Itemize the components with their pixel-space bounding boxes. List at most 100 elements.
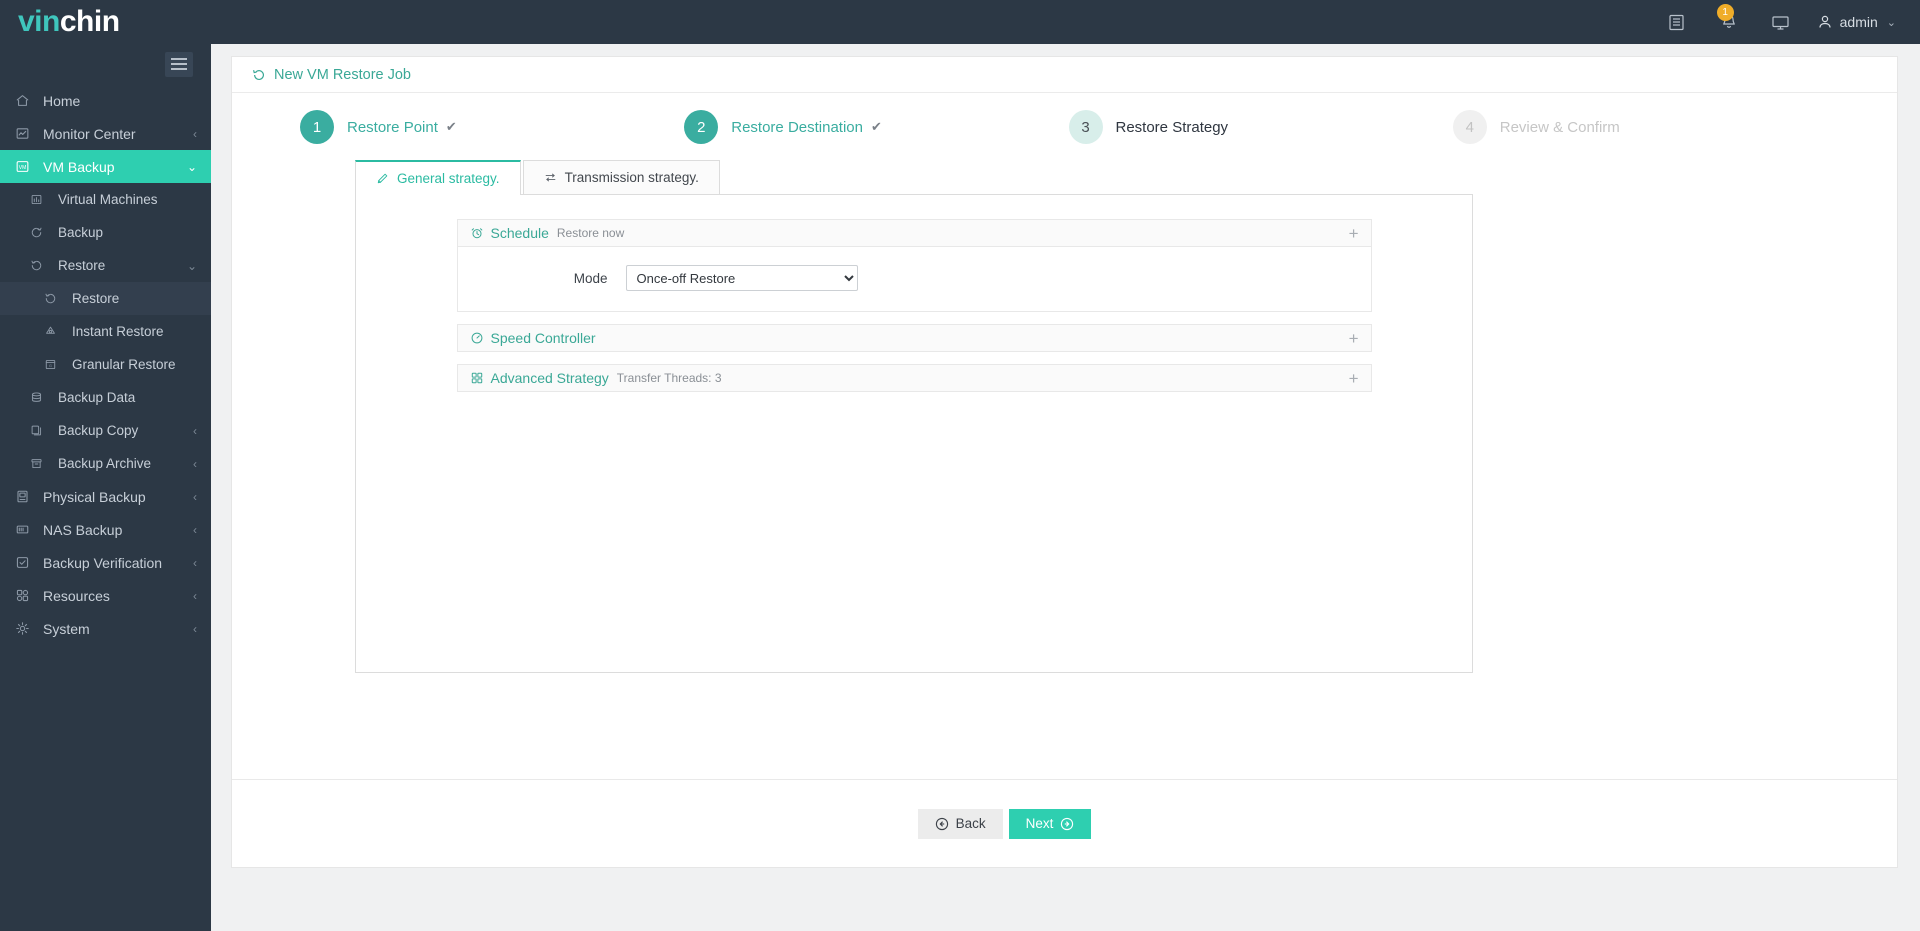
sidebar-item-resources[interactable]: Resources ‹: [0, 579, 211, 612]
sidebar-item-granular-restore[interactable]: G Granular Restore: [0, 348, 211, 381]
expand-toggle-icon[interactable]: +: [1349, 225, 1359, 242]
chevron-down-icon: ⌄: [186, 258, 197, 273]
backup-archive-icon: [31, 459, 42, 469]
notification-bell-icon[interactable]: 1: [1703, 0, 1755, 44]
resources-icon: [16, 589, 29, 602]
field-label: Mode: [573, 270, 608, 286]
svg-text:VM: VM: [19, 165, 27, 171]
section-title-label: Speed Controller: [490, 330, 596, 346]
sidebar-item-virtual-machines[interactable]: Virtual Machines: [0, 183, 211, 216]
back-button[interactable]: Back: [917, 808, 1003, 839]
backup-verification-icon: [16, 557, 29, 568]
sidebar-item-backup-verification[interactable]: Backup Verification ‹: [0, 546, 211, 579]
sidebar-item-system[interactable]: System ‹: [0, 612, 211, 645]
sidebar-item-label: Virtual Machines: [58, 192, 158, 207]
strategy-sections: Schedule Restore now + Mode Once-off Restore…: [456, 219, 1372, 392]
tab-general-strategy[interactable]: General strategy.: [355, 160, 521, 195]
pencil-icon: [377, 173, 388, 184]
chevron-left-icon: ‹: [193, 489, 197, 504]
content-card: New VM Restore Job 1 Restore Point ✔ 2 Resto…: [231, 56, 1898, 868]
field-row: Mode Once-off Restore: [458, 265, 1371, 291]
section-title-label: Advanced Strategy: [490, 370, 609, 386]
sidebar-item-restore[interactable]: Restore ⌄: [0, 249, 211, 282]
brand-logo[interactable]: vin chin: [0, 0, 211, 44]
granular-restore-icon: G: [45, 359, 56, 370]
section-header[interactable]: Advanced Strategy Transfer Threads: 3 +: [456, 364, 1372, 392]
mode-select[interactable]: Once-off Restore: [625, 265, 858, 291]
sidebar-item-instant-restore[interactable]: Instant Restore: [0, 315, 211, 348]
nas-backup-icon: [15, 522, 37, 538]
section-summary: Transfer Threads: 3: [616, 371, 722, 385]
chevron-down-icon: ⌄: [186, 159, 197, 174]
user-name-label: admin: [1839, 14, 1878, 30]
section-speed-controller: Speed Controller +: [456, 324, 1372, 352]
restore-icon: [31, 260, 42, 271]
physical-backup-icon: [15, 489, 37, 505]
section-title: Advanced Strategy: [470, 370, 609, 386]
wizard-step-label: Restore Destination: [731, 118, 863, 136]
sidebar-item-backup[interactable]: Backup: [0, 216, 211, 249]
granular-restore-icon: G: [44, 357, 66, 373]
sidebar: Home Monitor Center ‹ VM VM Backup ⌄ Virtual M…: [0, 44, 211, 931]
wizard-step-number: 3: [1068, 110, 1103, 144]
page-title-text: New VM Restore Job: [274, 66, 411, 83]
sidebar-item-label: Instant Restore: [72, 324, 164, 339]
sidebar-item-backup-copy[interactable]: Backup Copy ‹: [0, 414, 211, 447]
brand-logo-part2: chin: [59, 5, 120, 38]
sidebar-item-physical-backup[interactable]: Physical Backup ‹: [0, 480, 211, 513]
wizard-step-4[interactable]: 4 Review & Confirm: [1452, 110, 1837, 144]
wizard-step-1[interactable]: 1 Restore Point ✔: [300, 110, 684, 144]
sidebar-item-label: System: [43, 620, 90, 637]
sidebar-item-restore[interactable]: Restore: [0, 282, 211, 315]
check-icon: ✔: [445, 119, 457, 134]
section-title-label: Schedule: [490, 225, 549, 241]
sidebar-item-backup-archive[interactable]: Backup Archive ‹: [0, 447, 211, 480]
sidebar-item-label: NAS Backup: [43, 521, 123, 538]
sidebar-item-home[interactable]: Home: [0, 84, 211, 117]
wizard-step-2[interactable]: 2 Restore Destination ✔: [684, 110, 1068, 144]
home-icon: [16, 95, 29, 106]
next-button[interactable]: Next: [1008, 808, 1092, 839]
section-header[interactable]: Schedule Restore now +: [456, 219, 1372, 247]
user-menu[interactable]: admin ⌄: [1807, 0, 1902, 44]
hamburger-menu-icon[interactable]: [165, 51, 193, 77]
wizard-step-label: Review & Confirm: [1499, 118, 1620, 136]
physical-backup-icon: [17, 490, 28, 503]
tab-transmission-strategy[interactable]: Transmission strategy.: [522, 160, 720, 194]
brand-logo-part1: vin: [18, 5, 60, 38]
vm-backup-icon: VM: [16, 161, 29, 172]
backup-copy-icon: [30, 423, 52, 439]
page-title: New VM Restore Job: [232, 57, 1897, 93]
section-body: Mode Once-off Restore: [456, 247, 1372, 312]
section-advanced-strategy: Advanced Strategy Transfer Threads: 3 +: [456, 364, 1372, 392]
system-icon: [15, 621, 37, 637]
backup-icon: [30, 225, 52, 241]
virtual-machines-icon: [30, 192, 52, 208]
user-avatar-icon: [1819, 15, 1831, 28]
wizard-step-3[interactable]: 3 Restore Strategy: [1068, 110, 1453, 144]
sidebar-item-monitor-center[interactable]: Monitor Center ‹: [0, 117, 211, 150]
restore-icon: [253, 69, 264, 80]
wizard-step-number: 2: [684, 110, 719, 144]
backup-copy-icon: [31, 425, 42, 436]
strategy-tabs: General strategy. Transmission strategy.: [355, 160, 1473, 195]
sidebar-item-vm-backup[interactable]: VM VM Backup ⌄: [0, 150, 211, 183]
tab-label: Transmission strategy.: [564, 170, 699, 185]
instant-restore-icon: [46, 326, 55, 334]
sidebar-item-label: VM Backup: [43, 158, 115, 175]
sidebar-item-label: Granular Restore: [72, 357, 176, 372]
logs-icon[interactable]: [1651, 0, 1703, 44]
section-header[interactable]: Speed Controller +: [456, 324, 1372, 352]
expand-toggle-icon[interactable]: +: [1349, 330, 1359, 347]
next-button-label: Next: [1025, 816, 1054, 831]
sidebar-item-label: Backup Data: [58, 390, 136, 405]
monitor-icon[interactable]: [1755, 0, 1807, 44]
sidebar-item-backup-data[interactable]: Backup Data: [0, 381, 211, 414]
restore-icon: [44, 291, 66, 307]
transfer-arrows-icon: [545, 173, 555, 182]
notification-count-badge: 1: [1716, 4, 1734, 21]
sidebar-nav-list: Home Monitor Center ‹ VM VM Backup ⌄ Virtual M…: [0, 84, 211, 645]
expand-toggle-icon[interactable]: +: [1349, 370, 1359, 387]
sidebar-item-label: Backup Archive: [58, 456, 152, 471]
sidebar-item-nas-backup[interactable]: NAS Backup ‹: [0, 513, 211, 546]
